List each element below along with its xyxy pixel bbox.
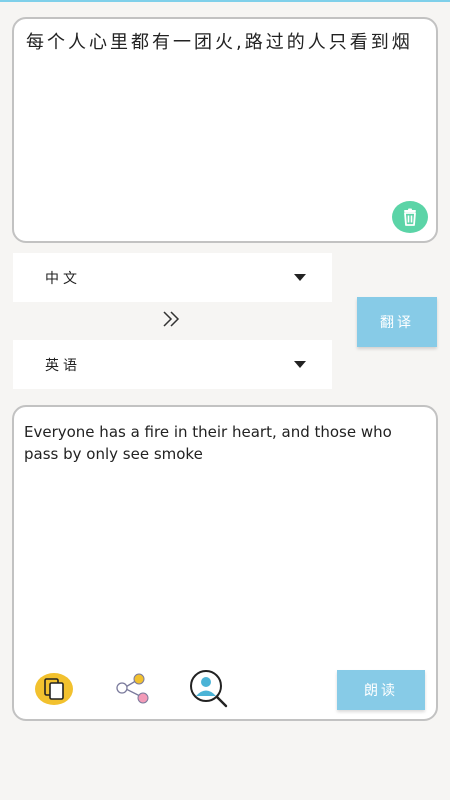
source-language-label: 中文 [45,271,81,287]
double-chevron-right-icon[interactable] [160,307,184,331]
source-text[interactable]: 每个人心里都有一团火,路过的人只看到烟 [26,31,426,54]
caret-down-icon [294,274,306,281]
trash-icon[interactable] [392,201,428,233]
source-text-panel[interactable]: 每个人心里都有一团火,路过的人只看到烟 [12,17,438,243]
read-aloud-button[interactable]: 朗读 [337,670,425,710]
person-search-icon[interactable] [188,669,228,709]
copy-icon[interactable] [34,669,74,709]
caret-down-icon [294,361,306,368]
share-icon[interactable] [113,671,153,711]
source-language-select[interactable]: 中文 [13,253,332,302]
target-language-select[interactable]: 英语 [13,340,332,389]
status-accent-bar [0,0,450,2]
target-language-label: 英语 [45,358,81,374]
translation-text: Everyone has a fire in their heart, and … [24,423,392,463]
translate-button[interactable]: 翻译 [357,297,437,347]
